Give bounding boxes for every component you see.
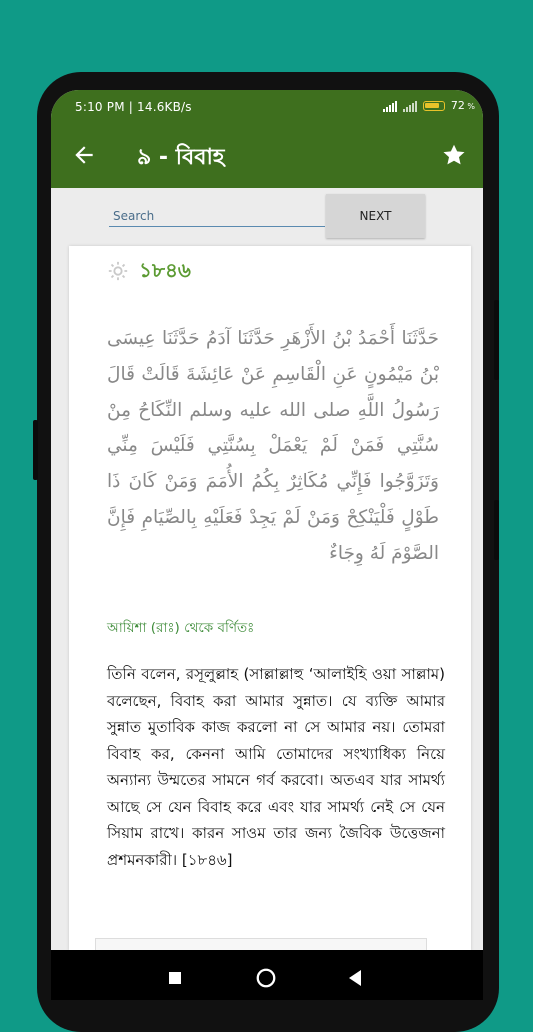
- signal-icon: [402, 100, 417, 112]
- battery-icon: [422, 100, 445, 111]
- screen: 5:10 PM | 14.6KB/s 72 % ৯ - বিবাহ NEXT ১…: [51, 90, 483, 1000]
- nav-back-icon[interactable]: [347, 969, 363, 987]
- nav-recents-icon[interactable]: [169, 972, 181, 984]
- phone-side-button: [494, 500, 499, 560]
- bangla-translation: তিনি বলেন, রসূলুল্লাহ (সাল্লাল্লাহু ‘আলা…: [107, 665, 445, 869]
- star-icon[interactable]: [441, 142, 467, 168]
- search-input[interactable]: [109, 206, 325, 227]
- status-time-speed: 5:10 PM | 14.6KB/s: [75, 100, 192, 114]
- status-icons: 72 %: [382, 99, 475, 112]
- back-arrow-icon[interactable]: [71, 142, 97, 168]
- system-nav-bar: [51, 950, 483, 1000]
- app-bar: ৯ - বিবাহ: [51, 124, 483, 188]
- page-title: ৯ - বিবাহ: [137, 145, 225, 170]
- phone-side-button: [33, 420, 38, 480]
- signal-icon: [382, 100, 397, 112]
- hadith-number: ১৮৪৬: [139, 258, 191, 282]
- next-button[interactable]: NEXT: [326, 194, 425, 238]
- nav-home-icon[interactable]: [255, 967, 277, 989]
- gear-icon: [108, 261, 128, 281]
- arabic-text: حَدَّثَنَا أَحْمَدُ بْنُ الأَزْهَرِ حَدَ…: [107, 328, 439, 564]
- phone-side-button: [494, 300, 499, 380]
- narrator-label: আয়িশা (রাঃ) থেকে বর্ণিতঃ: [107, 620, 255, 636]
- hadith-card: ১৮৪৬ حَدَّثَنَا أَحْمَدُ بْنُ الأَزْهَرِ…: [69, 246, 471, 951]
- battery-percent: 72 %: [450, 99, 475, 112]
- status-bar: 5:10 PM | 14.6KB/s 72 %: [51, 90, 483, 124]
- search-bar: NEXT: [51, 188, 483, 246]
